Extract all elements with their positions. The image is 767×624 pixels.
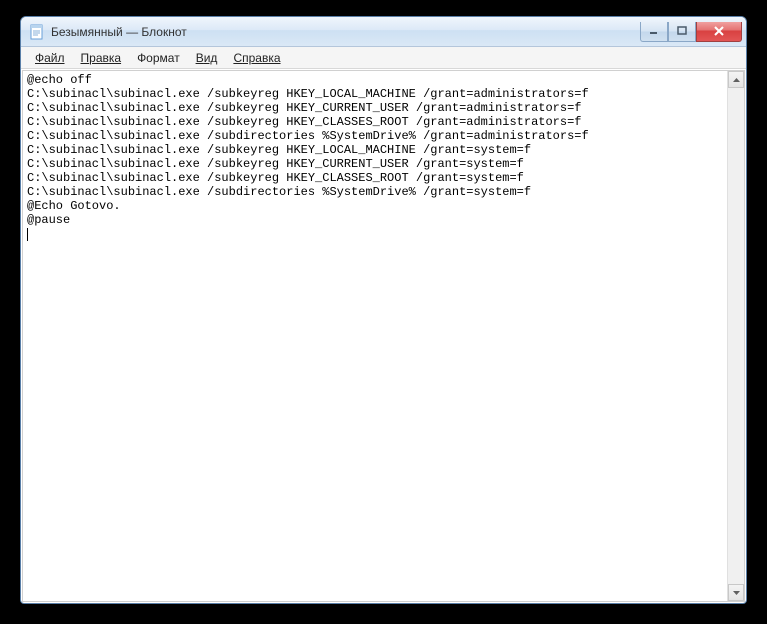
- vertical-scrollbar[interactable]: [727, 71, 744, 601]
- menubar: Файл Правка Формат Вид Справка: [21, 47, 746, 69]
- scroll-down-button[interactable]: [728, 584, 744, 601]
- window-title: Безымянный — Блокнот: [51, 25, 640, 39]
- scroll-track[interactable]: [728, 88, 744, 584]
- menu-view[interactable]: Вид: [188, 49, 226, 67]
- menu-file[interactable]: Файл: [27, 49, 73, 67]
- menu-edit[interactable]: Правка: [73, 49, 130, 67]
- menu-help[interactable]: Справка: [225, 49, 288, 67]
- maximize-button[interactable]: [668, 22, 696, 42]
- notepad-window: Безымянный — Блокнот Файл Правка Формат …: [20, 16, 747, 604]
- close-button[interactable]: [696, 22, 742, 42]
- window-controls: [640, 22, 742, 42]
- menu-format[interactable]: Формат: [129, 49, 188, 67]
- minimize-button[interactable]: [640, 22, 668, 42]
- text-editor[interactable]: @echo off C:\subinacl\subinacl.exe /subk…: [23, 71, 727, 601]
- scroll-up-button[interactable]: [728, 71, 744, 88]
- notepad-icon: [29, 24, 45, 40]
- titlebar[interactable]: Безымянный — Блокнот: [21, 17, 746, 47]
- editor-area: @echo off C:\subinacl\subinacl.exe /subk…: [22, 70, 745, 602]
